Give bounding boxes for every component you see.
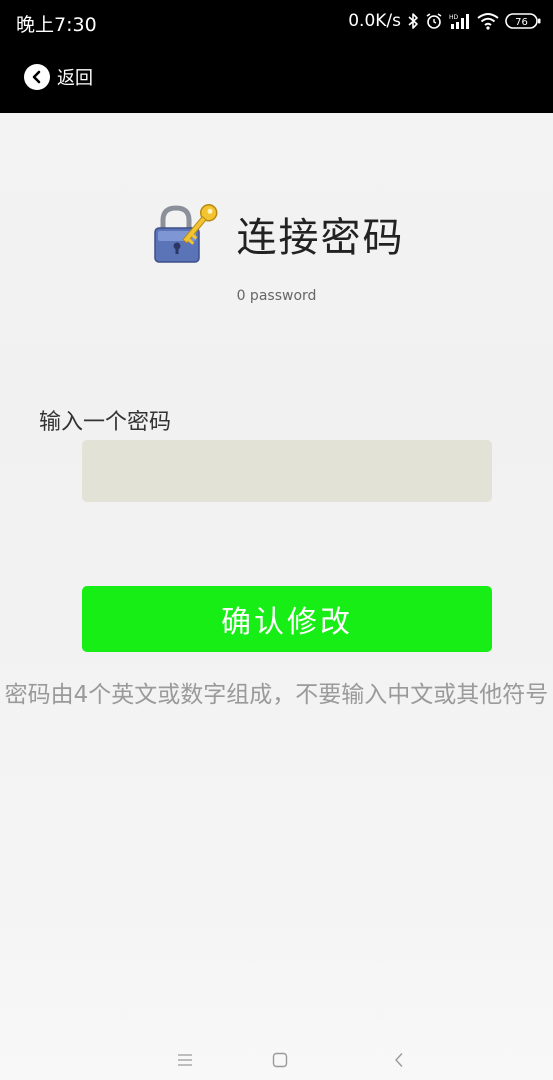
home-icon[interactable] <box>260 1046 300 1074</box>
password-input[interactable] <box>82 440 492 502</box>
lock-key-icon <box>149 200 221 268</box>
system-nav-bar <box>0 1040 553 1080</box>
menu-icon[interactable] <box>165 1046 205 1074</box>
password-field-label: 输入一个密码 <box>39 410 172 435</box>
bluetooth-icon <box>407 12 419 30</box>
status-icons: 0.0K/s HD 76 <box>348 9 541 33</box>
network-speed: 0.0K/s <box>348 11 401 31</box>
back-arrow-icon <box>24 64 50 90</box>
page-header: 连接密码 <box>0 200 553 268</box>
battery-level: 76 <box>515 17 528 28</box>
page-title: 连接密码 <box>236 215 405 261</box>
hd-signal-icon: HD <box>449 12 471 30</box>
wifi-icon <box>477 12 499 30</box>
confirm-change-button[interactable]: 确认修改 <box>82 586 492 652</box>
alarm-icon <box>425 12 443 30</box>
password-hint: 密码由4个英文或数字组成，不要输入中文或其他符号 <box>4 682 549 708</box>
battery-icon: 76 <box>505 12 541 30</box>
top-bar: 晚上7:30 0.0K/s HD 76 返回 <box>0 0 553 113</box>
svg-text:HD: HD <box>449 14 459 21</box>
back-label: 返回 <box>57 68 93 89</box>
status-time: 晚上7:30 <box>16 14 97 36</box>
back-button[interactable]: 返回 <box>24 64 93 90</box>
page-subtitle: 0 password <box>236 288 317 304</box>
back-icon[interactable] <box>379 1046 419 1074</box>
